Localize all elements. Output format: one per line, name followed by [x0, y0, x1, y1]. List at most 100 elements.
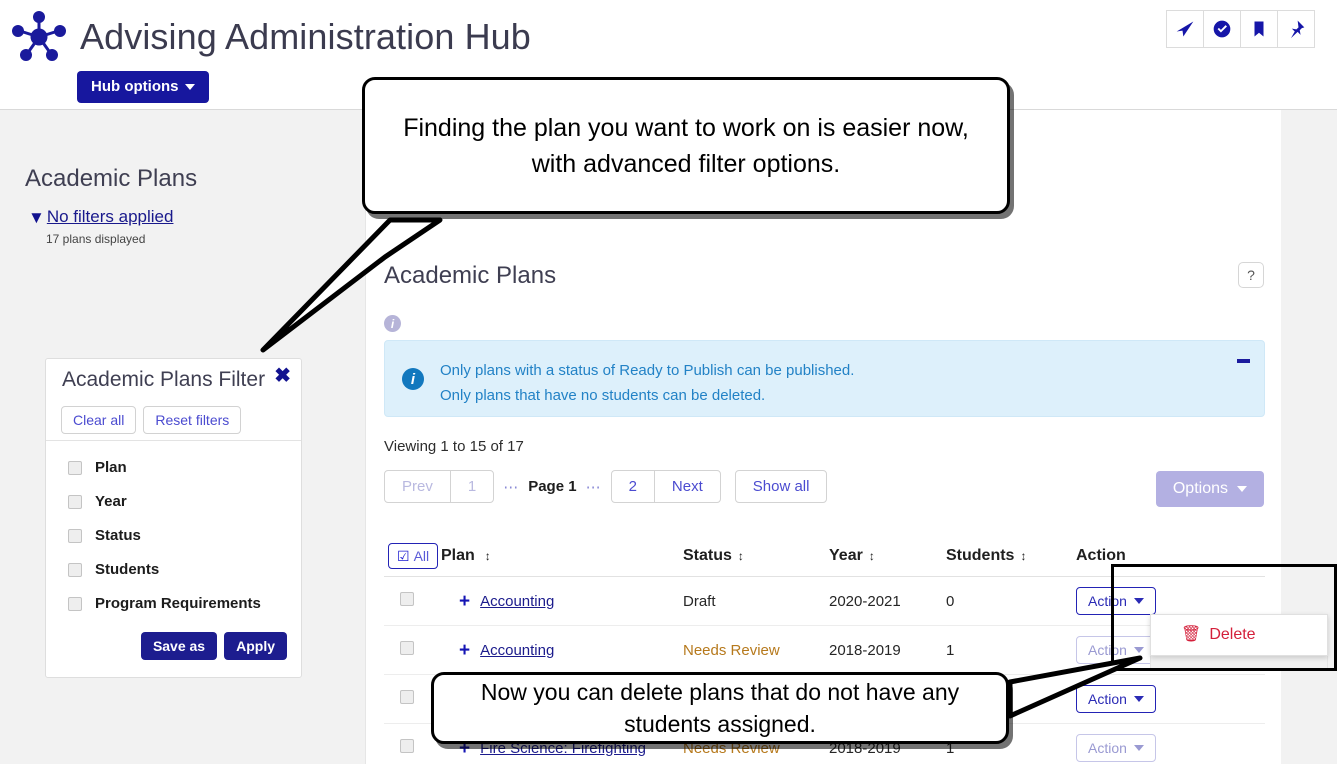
- filter-panel-header: Academic Plans Filter ✖ Clear all Reset …: [46, 359, 301, 441]
- filter-panel-buttons: Clear all Reset filters: [61, 406, 242, 434]
- pagination-next-button[interactable]: Next: [653, 470, 721, 503]
- select-all-label: All: [413, 547, 430, 564]
- checkbox-icon[interactable]: [68, 596, 82, 611]
- checkbox-icon[interactable]: [400, 689, 414, 704]
- save-as-button[interactable]: Save as: [140, 632, 218, 660]
- sort-icon: ↕: [1020, 548, 1027, 563]
- viewing-range-text: Viewing 1 to 15 of 17: [384, 438, 524, 455]
- chevron-down-icon: [1133, 745, 1144, 751]
- plus-icon[interactable]: +: [459, 641, 470, 660]
- clear-all-button[interactable]: Clear all: [61, 406, 137, 434]
- select-all-cell: ☑ All: [384, 542, 439, 569]
- checkbox-icon[interactable]: [400, 738, 414, 753]
- callout-text: Finding the plan you want to work on is …: [403, 113, 969, 178]
- checkbox-icon[interactable]: [68, 562, 82, 577]
- pagination-prev-button[interactable]: Prev: [384, 470, 451, 503]
- sidebar: Academic Plans ▼ No filters applied 17 p…: [0, 110, 365, 764]
- checkbox-icon[interactable]: [400, 640, 414, 655]
- column-label: Status: [683, 546, 732, 564]
- check-circle-icon[interactable]: [1203, 10, 1241, 48]
- close-icon[interactable]: ✖: [274, 366, 291, 386]
- pagination-dots-right: ⋯: [585, 478, 602, 496]
- checkbox-icon[interactable]: [68, 494, 82, 509]
- hub-options-label: Hub options: [91, 78, 179, 95]
- pagination-page-2-button[interactable]: 2: [610, 470, 655, 503]
- filter-item-status[interactable]: Status: [68, 527, 301, 544]
- filter-item-label: Status: [95, 527, 141, 544]
- column-header-status[interactable]: Status ↕: [683, 547, 829, 565]
- pagination-next-group: 2 Next: [610, 470, 721, 503]
- alert-text: Only plans with a status of Ready to Pub…: [440, 358, 854, 408]
- options-label: Options: [1172, 480, 1228, 497]
- content-title: Academic Plans: [384, 262, 557, 289]
- row-select-cell: [384, 689, 431, 709]
- checked-square-icon: ☑: [397, 547, 410, 564]
- checkbox-icon[interactable]: [68, 528, 82, 543]
- pagination-prev-group: Prev 1: [384, 470, 495, 503]
- page-root: Advising Administration Hub Hub options …: [0, 0, 1337, 764]
- send-icon[interactable]: [1166, 10, 1204, 48]
- plan-link[interactable]: Accounting: [480, 642, 554, 659]
- row-action-button[interactable]: Action: [1076, 734, 1156, 762]
- column-label: Plan: [441, 546, 475, 564]
- row-plan-cell: + Accounting: [431, 592, 683, 611]
- hub-options-button[interactable]: Hub options: [77, 71, 210, 103]
- pagination-dots-left: ⋯: [503, 478, 520, 496]
- network-hub-icon: [12, 11, 66, 61]
- reset-filters-button[interactable]: Reset filters: [143, 406, 242, 434]
- column-header-plan[interactable]: Plan ↕: [431, 547, 683, 565]
- header-icon-group: [1166, 10, 1315, 48]
- filter-item-label: Plan: [95, 459, 127, 476]
- filter-item-year[interactable]: Year: [68, 493, 301, 510]
- column-label: Students: [946, 546, 1015, 564]
- alert-line-1: Only plans with a status of Ready to Pub…: [440, 362, 855, 379]
- filters-applied-row[interactable]: ▼ No filters applied: [28, 207, 173, 227]
- row-action-cell: Action: [1076, 685, 1265, 713]
- row-status-cell: Draft: [683, 592, 716, 610]
- row-plan-cell: + Accounting: [431, 641, 683, 660]
- options-button[interactable]: Options: [1155, 471, 1264, 507]
- delete-callout: Now you can delete plans that do not hav…: [431, 672, 1009, 744]
- chevron-down-icon: [1133, 696, 1144, 702]
- row-select-cell: [384, 640, 431, 660]
- academic-plans-filter-panel: Academic Plans Filter ✖ Clear all Reset …: [45, 358, 302, 678]
- filter-callout: Finding the plan you want to work on is …: [362, 77, 1010, 214]
- row-status-cell: Needs Review: [683, 641, 780, 659]
- filter-item-students[interactable]: Students: [68, 561, 301, 578]
- brand: Advising Administration Hub: [8, 6, 531, 68]
- checkbox-icon[interactable]: [68, 460, 82, 475]
- plan-link[interactable]: Accounting: [480, 593, 554, 610]
- apply-button[interactable]: Apply: [224, 632, 287, 660]
- checkbox-icon[interactable]: [400, 591, 414, 606]
- chevron-down-icon: [185, 83, 196, 90]
- filter-item-plan[interactable]: Plan: [68, 459, 301, 476]
- info-dot-icon[interactable]: i: [384, 315, 401, 332]
- info-icon: i: [402, 368, 424, 390]
- filter-item-program-requirements[interactable]: Program Requirements: [68, 595, 301, 612]
- alert-line-2: Only plans that have no students can be …: [440, 387, 766, 404]
- filter-item-label: Year: [95, 493, 127, 510]
- no-filters-applied-link[interactable]: No filters applied: [47, 207, 174, 227]
- action-label: Action: [1088, 691, 1127, 707]
- help-button[interactable]: ?: [1238, 262, 1264, 288]
- plus-icon[interactable]: +: [459, 592, 470, 611]
- row-students-cell: 1: [946, 641, 955, 659]
- minus-icon[interactable]: [1237, 359, 1250, 363]
- row-action-button[interactable]: Action: [1076, 685, 1156, 713]
- chevron-down-icon: [1237, 486, 1247, 492]
- column-header-students[interactable]: Students ↕: [946, 547, 1076, 565]
- filter-checkbox-list: Plan Year Status Students Program Requir…: [46, 441, 301, 612]
- plans-displayed-count: 17 plans displayed: [46, 232, 146, 246]
- pagination-current-page: Page 1: [528, 478, 577, 495]
- pin-icon[interactable]: [1277, 10, 1315, 48]
- pagination-page-1-button[interactable]: 1: [449, 470, 495, 503]
- filter-panel-actions: Save as Apply: [140, 632, 287, 660]
- funnel-icon: ▼: [28, 207, 45, 227]
- filter-item-label: Program Requirements: [95, 595, 261, 612]
- bookmark-icon[interactable]: [1240, 10, 1278, 48]
- filter-panel-title: Academic Plans Filter: [62, 368, 266, 391]
- column-label: Year: [829, 546, 863, 564]
- show-all-button[interactable]: Show all: [734, 470, 828, 503]
- column-header-year[interactable]: Year ↕: [829, 547, 946, 565]
- annotation-highlight-box: [1111, 564, 1337, 671]
